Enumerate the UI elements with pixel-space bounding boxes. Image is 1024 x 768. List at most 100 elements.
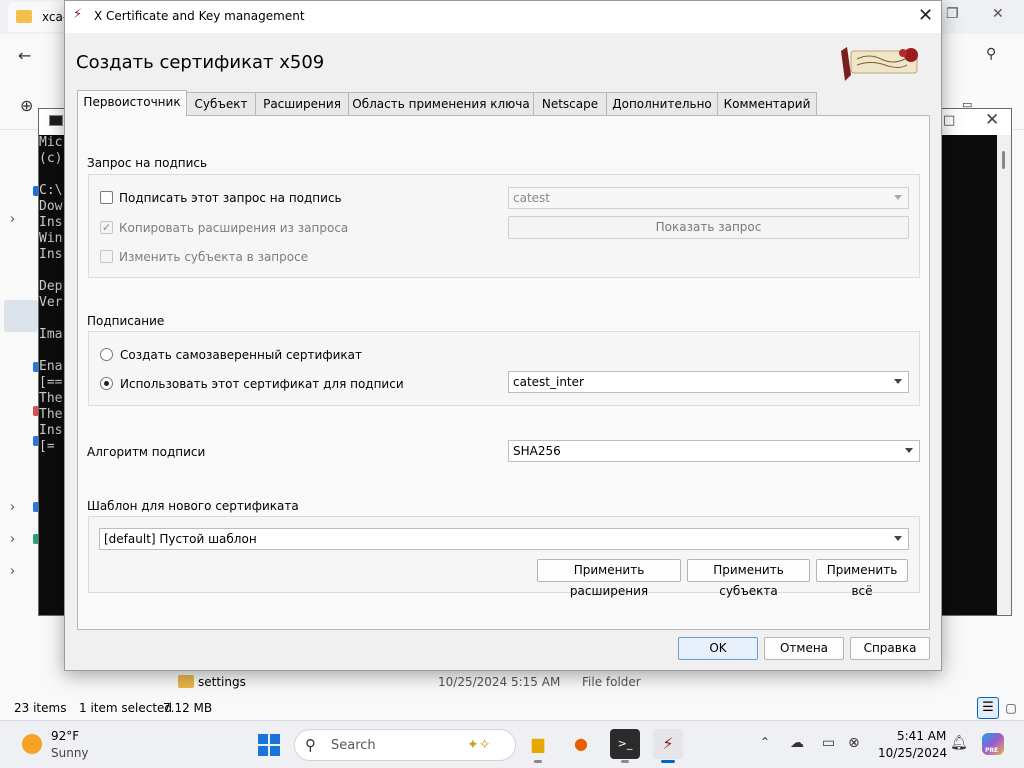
signing-group: Создать самозаверенный сертификат Исполь… xyxy=(88,331,920,406)
request-select-value: catest xyxy=(513,191,550,205)
dialog-tab-bar: Первоисточник Субъект Расширения Область пр… xyxy=(77,90,837,116)
windows-logo-icon xyxy=(270,734,280,744)
tab-5[interactable]: Netscape xyxy=(533,92,607,115)
console-app-icon xyxy=(49,115,63,126)
back-arrow-icon[interactable]: ← xyxy=(18,46,31,65)
search-placeholder: Search xyxy=(331,738,376,753)
folder-icon xyxy=(178,675,194,688)
tab-7[interactable]: Комментарий xyxy=(717,92,817,115)
weather-condition[interactable]: Sunny xyxy=(51,746,89,760)
explorer-tab[interactable]: xca- xyxy=(8,2,72,32)
apply-extensions-button[interactable]: Применить расширения xyxy=(537,559,681,598)
tab-3[interactable]: Расширения xyxy=(255,92,349,115)
copilot-icon[interactable]: PRE xyxy=(982,733,1004,755)
file-list-row[interactable]: settings 10/25/2024 5:15 AM File folder xyxy=(0,672,1024,694)
apply-subject-button[interactable]: Применить субъекта xyxy=(687,559,810,598)
terminal-taskbar-icon[interactable]: >_ xyxy=(610,729,640,763)
search-icon: ⚲ xyxy=(305,736,316,754)
console-line: [== xyxy=(39,375,63,390)
console-line: Win xyxy=(39,231,63,246)
expand-chevron-icon[interactable]: › xyxy=(10,532,15,547)
expand-chevron-icon[interactable]: › xyxy=(10,564,15,579)
ca-certificate-select[interactable]: catest_inter xyxy=(508,371,909,393)
use-cert-radio[interactable] xyxy=(100,377,113,390)
explorer-status-bar: 23 items 1 item selected 7.12 MB xyxy=(0,698,1024,720)
self-signed-radio[interactable] xyxy=(100,348,113,361)
selection-size: 7.12 MB xyxy=(163,701,213,715)
weather-temperature[interactable]: 92°F xyxy=(51,729,79,743)
change-subject-label: Изменить субъекта в запросе xyxy=(119,250,309,264)
start-button[interactable] xyxy=(258,734,280,756)
taskbar: 92°F Sunny ⚲ Search ✦✧ ▆ ● >_ ⚡ ⌃ ☁ ▭ ⊗ … xyxy=(0,720,1024,768)
dialog-heading: Создать сертификат x509 xyxy=(76,52,325,73)
tab-panel-source: Запрос на подпись Подписать этот запрос … xyxy=(77,115,930,630)
console-line: The xyxy=(39,391,63,406)
file-explorer-taskbar-icon[interactable]: ▆ xyxy=(523,729,553,763)
new-icon[interactable]: ⊕ xyxy=(20,96,33,115)
sign-request-label[interactable]: Подписать этот запрос на подпись xyxy=(119,191,342,205)
expand-chevron-icon[interactable]: › xyxy=(10,500,15,515)
chevron-down-icon xyxy=(894,536,902,541)
details-view-icon[interactable]: ☰ xyxy=(977,697,999,719)
console-line: C:\ xyxy=(39,183,63,198)
search-icon[interactable]: ⚲ xyxy=(986,46,996,62)
console-line: Ver xyxy=(39,295,63,310)
maximize-icon[interactable]: □ xyxy=(943,113,955,128)
close-icon[interactable]: ✕ xyxy=(992,6,1004,22)
volume-muted-icon[interactable]: ⊗ xyxy=(848,735,860,751)
cancel-button[interactable]: Отмена xyxy=(764,637,844,660)
show-hidden-icons-chevron-icon[interactable]: ⌃ xyxy=(760,735,770,749)
dialog-titlebar: ⚡ X Certificate and Key management ✕ xyxy=(65,1,941,33)
tab-1[interactable]: Первоисточник xyxy=(77,90,187,116)
tab-2[interactable]: Субъект xyxy=(186,92,256,115)
clock-time[interactable]: 5:41 AM xyxy=(897,729,946,743)
tab-6[interactable]: Дополнительно xyxy=(606,92,718,115)
self-signed-label[interactable]: Создать самозаверенный сертификат xyxy=(120,348,362,362)
request-select[interactable]: catest xyxy=(508,187,909,209)
tab-4[interactable]: Область применения ключа xyxy=(348,92,534,115)
expand-chevron-icon[interactable]: › xyxy=(10,212,15,227)
template-select[interactable]: [default] Пустой шаблон xyxy=(99,528,909,550)
display-icon[interactable]: ▭ xyxy=(822,735,835,751)
console-line: The xyxy=(39,407,63,422)
show-request-button[interactable]: Показать запрос xyxy=(508,216,909,239)
sidebar-selected-item[interactable] xyxy=(4,300,38,332)
notification-bell-icon[interactable]: 🔔︎ xyxy=(950,735,968,751)
console-line: Ima xyxy=(39,327,63,342)
copilot-badge: PRE xyxy=(985,747,999,754)
console-line: Mic xyxy=(39,135,63,150)
sign-request-checkbox[interactable] xyxy=(100,191,113,204)
scrollbar-thumb[interactable] xyxy=(1002,151,1005,169)
taskbar-search-box[interactable]: ⚲ Search ✦✧ xyxy=(294,729,516,761)
change-subject-checkbox[interactable] xyxy=(100,250,113,263)
maximize-icon[interactable]: ❐ xyxy=(946,6,959,22)
console-output: Mic (c) C:\ Dow Ins Win Ins Dep Ver Ima Ena [== The T… xyxy=(39,135,62,455)
active-indicator xyxy=(661,760,675,763)
signing-section-title: Подписание xyxy=(87,314,165,328)
algorithm-select[interactable]: SHA256 xyxy=(508,440,920,462)
use-cert-label[interactable]: Использовать этот сертификат для подписи xyxy=(120,377,404,391)
close-icon[interactable]: ✕ xyxy=(918,5,933,26)
close-icon[interactable]: ✕ xyxy=(985,110,999,130)
file-type: File folder xyxy=(582,675,641,689)
firefox-taskbar-icon[interactable]: ● xyxy=(566,729,596,759)
tiles-view-icon[interactable]: ▢ xyxy=(1001,697,1021,719)
ca-certificate-value: catest_inter xyxy=(513,375,584,389)
chevron-down-icon xyxy=(905,448,913,453)
console-scrollbar[interactable] xyxy=(997,135,1011,615)
copy-extensions-checkbox[interactable]: ✓ xyxy=(100,221,113,234)
console-line: [= xyxy=(39,439,55,454)
running-indicator xyxy=(534,760,542,763)
help-button[interactable]: Справка xyxy=(850,637,930,660)
sun-icon[interactable] xyxy=(22,734,42,754)
template-group: [default] Пустой шаблон Применить расшир… xyxy=(88,516,920,598)
apply-all-button[interactable]: Применить всё xyxy=(816,559,908,598)
file-date: 10/25/2024 5:15 AM xyxy=(438,675,561,689)
clock-date[interactable]: 10/25/2024 xyxy=(878,746,947,760)
xca-taskbar-icon[interactable]: ⚡ xyxy=(653,729,683,763)
network-icon[interactable]: ☁ xyxy=(790,735,804,751)
ok-button[interactable]: OK xyxy=(678,637,758,660)
